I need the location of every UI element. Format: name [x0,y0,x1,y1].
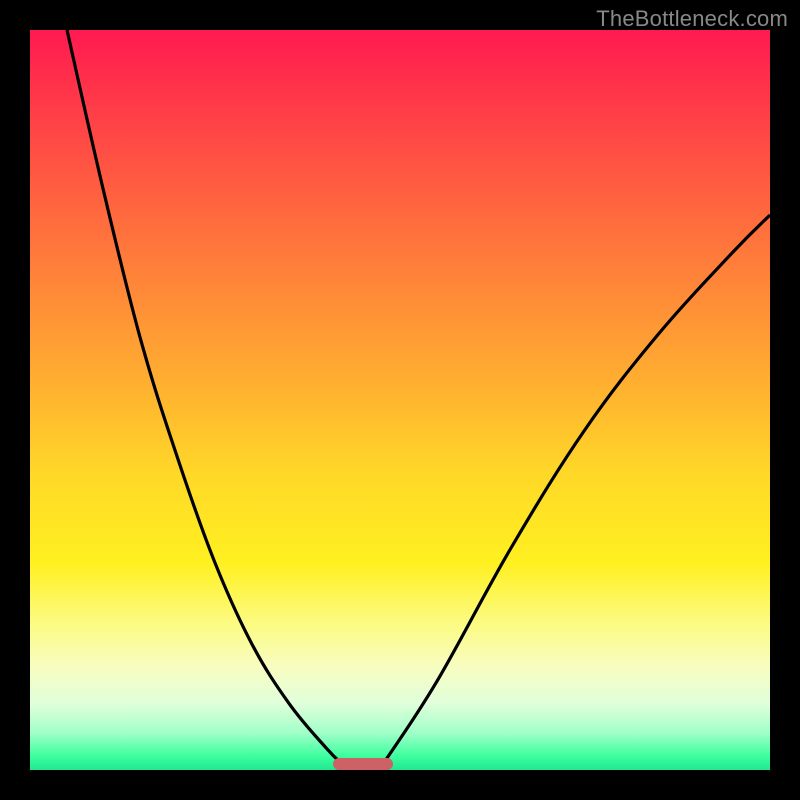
curve-layer [30,30,770,770]
optimal-marker [333,758,392,770]
chart-plot-area [30,30,770,770]
right-curve [382,215,771,766]
left-curve [67,30,345,766]
watermark-text: TheBottleneck.com [596,6,788,32]
